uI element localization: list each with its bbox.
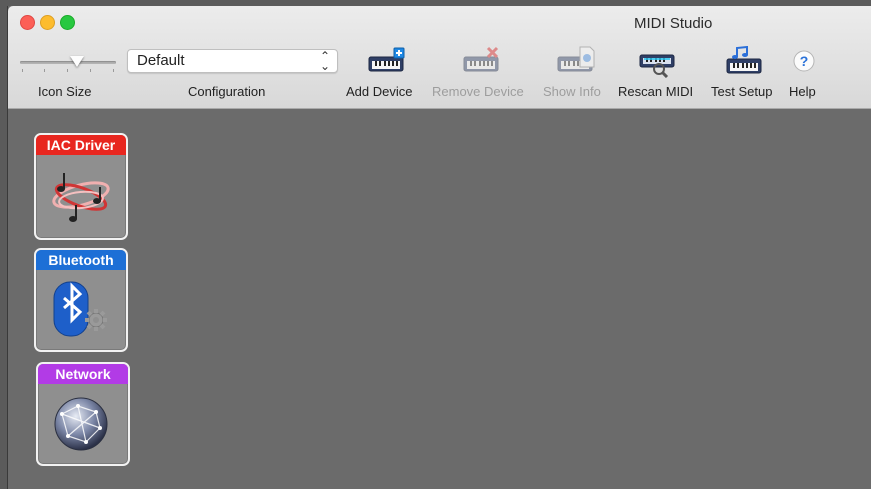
remove-device-button[interactable] bbox=[462, 46, 502, 78]
show-info-button[interactable] bbox=[556, 46, 596, 78]
rescan-midi-label: Rescan MIDI bbox=[618, 84, 694, 99]
slider-tick bbox=[22, 69, 23, 72]
remove-device-label: Remove Device bbox=[432, 84, 524, 99]
device-icon-area bbox=[36, 270, 126, 350]
slider-tick bbox=[90, 69, 91, 72]
device-label-bluetooth: Bluetooth bbox=[36, 250, 126, 270]
minimize-window-button[interactable] bbox=[40, 15, 55, 30]
chevron-updown-icon: ⌃ ⌄ bbox=[319, 49, 330, 73]
toolbar: MIDI Studio Icon Size Default ⌃ ⌄ Configu… bbox=[8, 6, 871, 109]
network-globe-icon bbox=[54, 397, 108, 451]
midi-studio-window: MIDI Studio Icon Size Default ⌃ ⌄ Configu… bbox=[8, 6, 871, 489]
configuration-label: Configuration bbox=[188, 84, 266, 99]
add-device-label: Add Device bbox=[346, 84, 413, 99]
bluetooth-icon bbox=[53, 281, 107, 337]
device-icon-area bbox=[38, 384, 128, 464]
rescan-midi-button[interactable] bbox=[638, 46, 678, 78]
show-info-label: Show Info bbox=[543, 84, 601, 99]
device-bluetooth[interactable]: Bluetooth bbox=[34, 248, 128, 352]
icon-size-label: Icon Size bbox=[38, 84, 92, 99]
device-network[interactable]: Network bbox=[36, 362, 130, 466]
zoom-window-button[interactable] bbox=[60, 15, 75, 30]
slider-tick bbox=[113, 69, 114, 72]
add-device-button[interactable] bbox=[367, 46, 407, 78]
show-info-icon bbox=[557, 46, 595, 72]
slider-tick bbox=[44, 69, 45, 72]
rescan-midi-icon bbox=[639, 54, 675, 78]
add-device-icon bbox=[368, 47, 405, 72]
iac-driver-icon bbox=[52, 173, 110, 222]
device-label-iac-driver: IAC Driver bbox=[36, 135, 126, 155]
help-icon: ? bbox=[793, 50, 815, 72]
close-window-button[interactable] bbox=[20, 15, 35, 30]
icon-size-slider[interactable] bbox=[20, 56, 116, 72]
svg-text:?: ? bbox=[800, 53, 809, 69]
configuration-select[interactable]: Default ⌃ ⌄ bbox=[127, 49, 338, 73]
gear-icon bbox=[85, 309, 107, 331]
device-icon-area bbox=[36, 155, 126, 235]
test-setup-button[interactable] bbox=[725, 46, 765, 78]
test-setup-icon bbox=[726, 46, 762, 74]
configuration-value: Default bbox=[137, 52, 185, 69]
help-button[interactable]: ? bbox=[793, 46, 815, 78]
device-iac-driver[interactable]: IAC Driver bbox=[34, 133, 128, 240]
help-label: Help bbox=[789, 84, 816, 99]
remove-device-icon bbox=[463, 46, 499, 72]
device-label-network: Network bbox=[38, 364, 128, 384]
slider-tick bbox=[67, 69, 68, 72]
slider-track bbox=[20, 61, 116, 64]
test-setup-label: Test Setup bbox=[711, 84, 773, 99]
slider-knob[interactable] bbox=[70, 56, 84, 67]
window-title: MIDI Studio bbox=[634, 15, 713, 32]
